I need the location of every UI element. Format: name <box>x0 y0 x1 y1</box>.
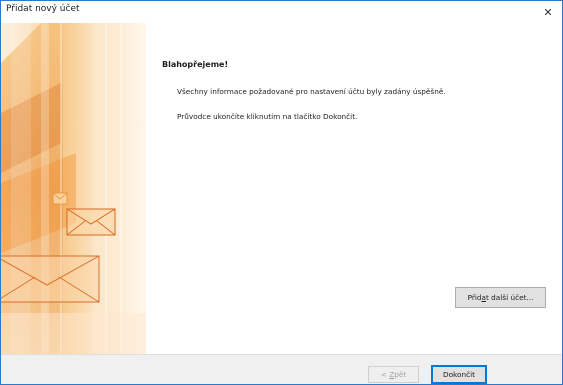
finish-button[interactable]: Dokončit <box>431 365 487 384</box>
finish-instructions: Průvodce ukončíte kliknutím na tlačítko … <box>177 112 358 121</box>
success-message: Všechny informace požadované pro nastave… <box>177 87 446 96</box>
middle-envelope <box>66 208 116 236</box>
wizard-side-art <box>1 23 146 354</box>
close-button[interactable]: ✕ <box>534 1 562 23</box>
back-label-part2: pět <box>394 370 407 379</box>
add-another-account-button[interactable]: Přidat další účet... <box>455 287 546 308</box>
wizard-content: Blahopřejeme! Všechny informace požadova… <box>146 23 562 354</box>
title-bar: Přidat nový účet ✕ <box>1 1 562 23</box>
envelope-illustration-icon <box>1 23 146 354</box>
back-button[interactable]: < Zpět <box>368 366 419 383</box>
small-envelope <box>52 192 68 205</box>
add-account-label-part1: Přid <box>467 293 482 302</box>
button-bar: < Zpět Dokončit <box>1 354 562 384</box>
finish-button-label: Dokončit <box>442 370 476 379</box>
close-icon: ✕ <box>543 5 553 19</box>
back-button-label: < Zpět <box>381 370 406 379</box>
large-envelope <box>1 255 100 303</box>
back-label-part1: < <box>380 370 390 379</box>
add-account-dialog: Přidat nový účet ✕ Blahopřejeme! Všechny… <box>0 0 563 385</box>
add-account-label-part2: t další účet... <box>486 293 534 302</box>
window-title: Přidat nový účet <box>6 4 80 14</box>
page-heading: Blahopřejeme! <box>162 60 229 69</box>
add-another-account-label: Přidat další účet... <box>468 293 534 302</box>
